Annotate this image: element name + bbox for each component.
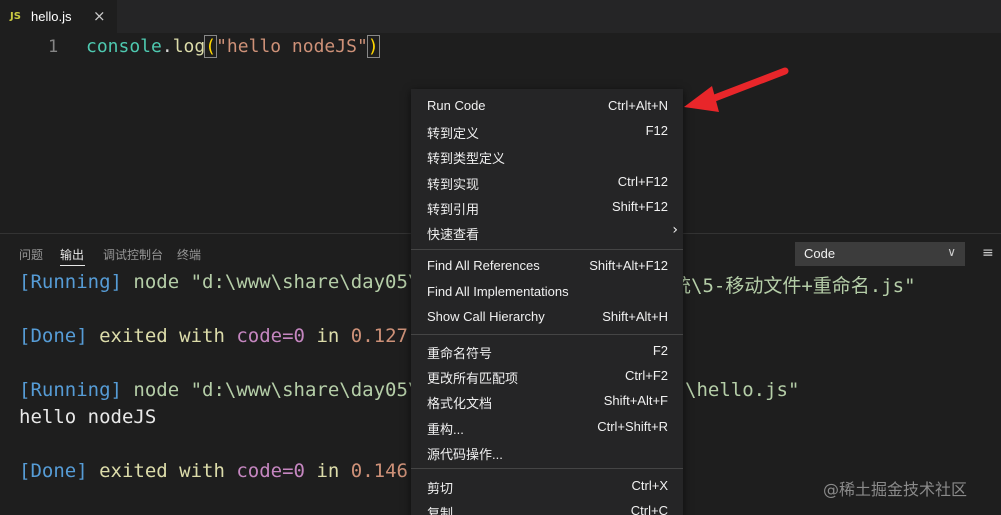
annotation-arrow-icon [684, 67, 789, 112]
watermark: @稀土掘金技术社区 [823, 480, 968, 499]
